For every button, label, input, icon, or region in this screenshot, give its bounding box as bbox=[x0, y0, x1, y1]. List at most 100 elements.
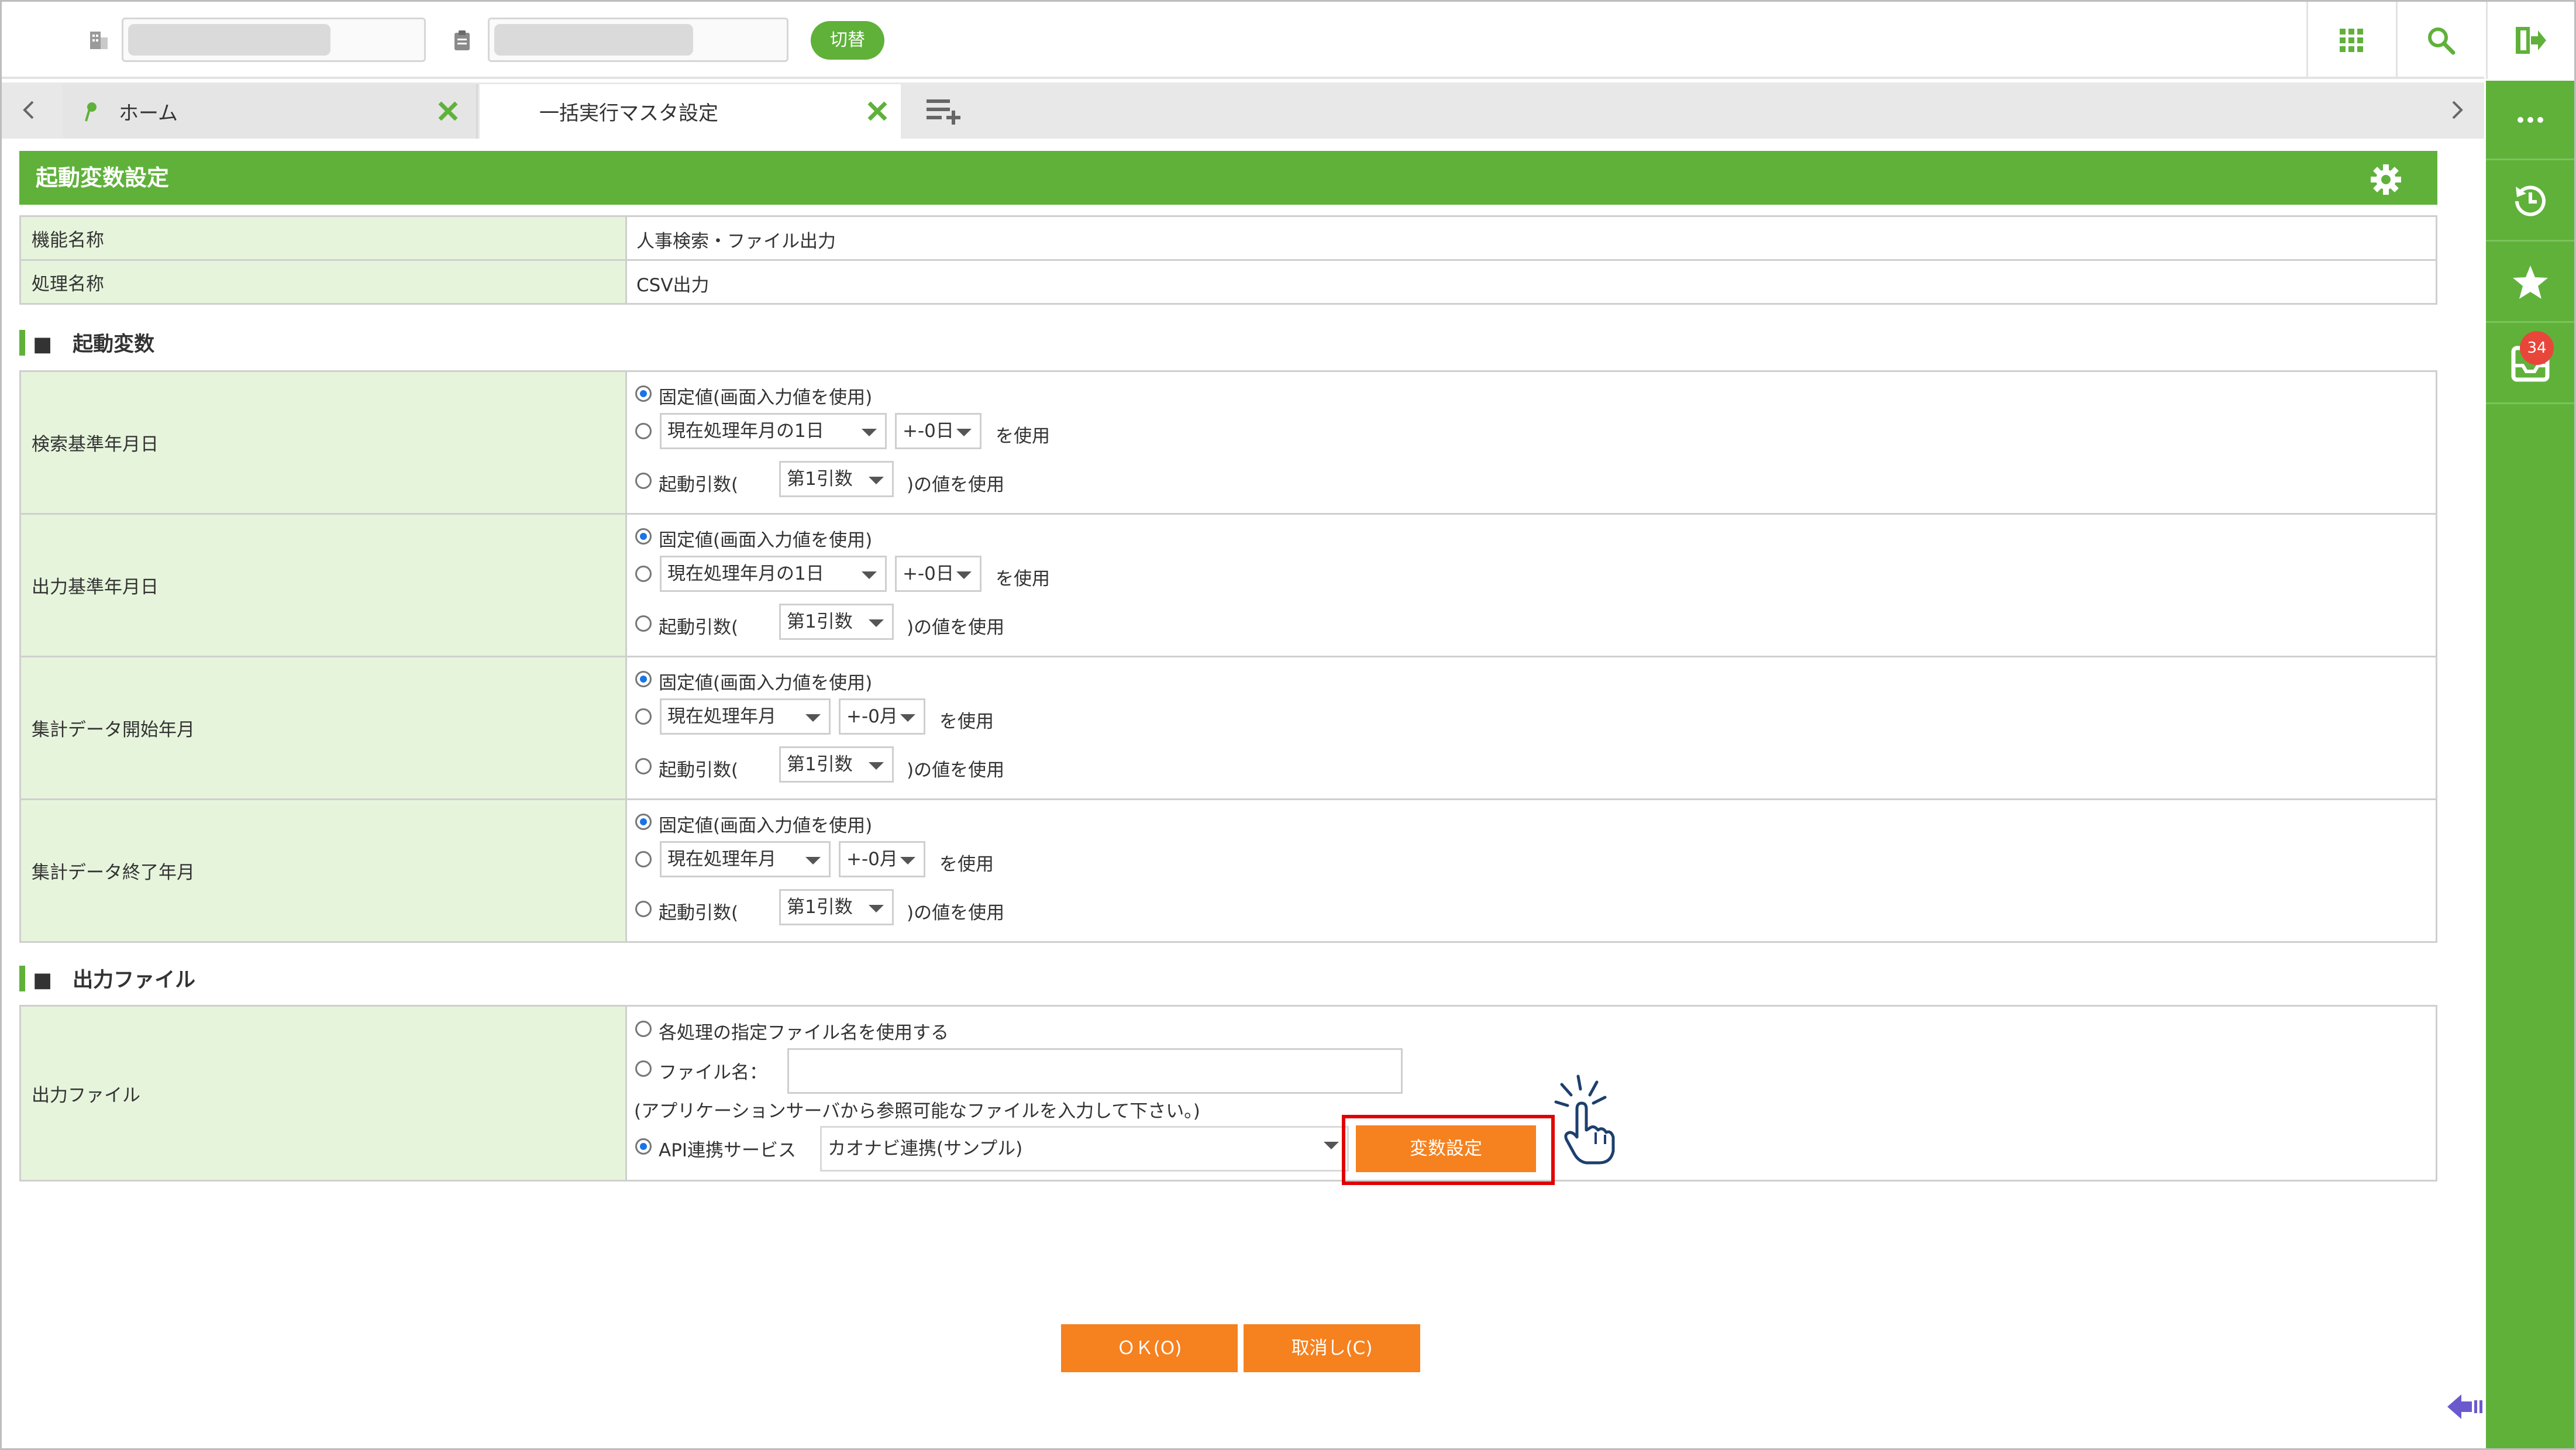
param-label: 集計データ終了年月 bbox=[21, 800, 627, 941]
pointer-hand-icon bbox=[1550, 1072, 1620, 1165]
notification-badge: 34 bbox=[2520, 331, 2554, 365]
output-file-label: 出力ファイル bbox=[21, 1007, 627, 1180]
offset-select[interactable]: +-0日 bbox=[895, 556, 982, 592]
output-file-row: 出力ファイル 各処理の指定ファイル名を使用する ファイル名： (アプリケーション… bbox=[19, 1005, 2437, 1182]
radio-relative[interactable] bbox=[635, 851, 652, 867]
info-value: 人事検索・ファイル出力 bbox=[636, 231, 836, 252]
section-marker bbox=[19, 966, 25, 991]
settings-gear-icon[interactable] bbox=[2370, 161, 2402, 195]
argument-select[interactable]: 第1引数 bbox=[779, 461, 894, 497]
logout-icon bbox=[2516, 27, 2546, 54]
star-icon bbox=[2512, 265, 2548, 299]
collapse-arrow-icon[interactable] bbox=[2446, 1392, 2484, 1421]
sidebar-history-button[interactable] bbox=[2486, 162, 2574, 242]
use-label: を使用 bbox=[939, 711, 994, 732]
section-title-output-file: ■ 出力ファイル bbox=[33, 969, 196, 992]
period-select[interactable] bbox=[488, 18, 788, 62]
tab-scroll-right-icon[interactable] bbox=[2445, 98, 2468, 122]
param-row: 検索基準年月日 固定値(画面入力値を使用) 現在処理年月の1日 +-0日 を使用… bbox=[19, 370, 2437, 515]
param-row: 集計データ開始年月 固定値(画面入力値を使用) 現在処理年月 +-0月 を使用 … bbox=[19, 656, 2437, 800]
arg-suffix-label: )の値を使用 bbox=[907, 617, 1005, 638]
offset-select[interactable]: +-0日 bbox=[895, 413, 982, 449]
arg-prefix-label: 起動引数( bbox=[659, 474, 739, 495]
radio-fixed[interactable] bbox=[635, 385, 652, 402]
use-label: を使用 bbox=[996, 569, 1050, 590]
variable-settings-button[interactable]: 変数設定 bbox=[1356, 1125, 1536, 1172]
radio-relative[interactable] bbox=[635, 423, 652, 439]
home-pin-icon bbox=[85, 101, 102, 122]
argument-select[interactable]: 第1引数 bbox=[779, 746, 894, 783]
history-icon bbox=[2515, 185, 2546, 216]
page-title: 起動変数設定 bbox=[36, 165, 170, 191]
option-default-filename-label: 各処理の指定ファイル名を使用する bbox=[659, 1022, 949, 1043]
info-label: 機能名称 bbox=[21, 217, 627, 259]
base-date-select[interactable]: 現在処理年月 bbox=[660, 698, 831, 735]
base-date-select[interactable]: 現在処理年月の1日 bbox=[660, 556, 887, 592]
radio-argument[interactable] bbox=[635, 473, 652, 489]
option-fixed-label: 固定値(画面入力値を使用) bbox=[659, 530, 873, 551]
option-fixed-label: 固定値(画面入力値を使用) bbox=[659, 815, 873, 836]
company-icon bbox=[89, 29, 109, 50]
section-marker bbox=[19, 330, 25, 356]
radio-relative[interactable] bbox=[635, 708, 652, 725]
radio-fixed[interactable] bbox=[635, 814, 652, 830]
option-api-service-label: API連携サービス bbox=[659, 1140, 797, 1161]
offset-select[interactable]: +-0月 bbox=[839, 698, 925, 735]
argument-select[interactable]: 第1引数 bbox=[779, 889, 894, 925]
param-label: 集計データ開始年月 bbox=[21, 657, 627, 798]
radio-argument[interactable] bbox=[635, 615, 652, 632]
tab-active-close-icon[interactable] bbox=[866, 99, 889, 123]
page-header: 起動変数設定 bbox=[19, 151, 2437, 205]
arg-suffix-label: )の値を使用 bbox=[907, 474, 1005, 495]
logout-button[interactable] bbox=[2486, 2, 2574, 79]
use-label: を使用 bbox=[996, 426, 1050, 447]
clipboard-icon bbox=[453, 29, 471, 51]
switch-button[interactable]: 切替 bbox=[811, 21, 884, 60]
sidebar-more-button[interactable] bbox=[2486, 81, 2574, 160]
more-icon bbox=[2517, 116, 2543, 123]
tab-batch-master[interactable]: 一括実行マスタ設定 bbox=[480, 84, 901, 139]
cancel-button[interactable]: 取消し(C) bbox=[1244, 1324, 1420, 1372]
option-filename-label: ファイル名： bbox=[659, 1062, 767, 1083]
base-date-select[interactable]: 現在処理年月 bbox=[660, 841, 831, 877]
arg-suffix-label: )の値を使用 bbox=[907, 903, 1005, 924]
tab-home-close-icon[interactable] bbox=[436, 99, 460, 123]
arg-prefix-label: 起動引数( bbox=[659, 903, 739, 924]
ok-button[interactable]: ＯＫ(O) bbox=[1061, 1324, 1238, 1372]
radio-default-filename[interactable] bbox=[635, 1021, 652, 1037]
radio-argument[interactable] bbox=[635, 901, 652, 917]
param-label: 検索基準年月日 bbox=[21, 372, 627, 513]
option-fixed-label: 固定値(画面入力値を使用) bbox=[659, 387, 873, 408]
radio-api-service[interactable] bbox=[635, 1138, 652, 1155]
info-row-process: 処理名称 CSV出力 bbox=[19, 259, 2437, 305]
info-label: 処理名称 bbox=[21, 261, 627, 303]
base-date-select[interactable]: 現在処理年月の1日 bbox=[660, 413, 887, 449]
info-value: CSV出力 bbox=[636, 275, 710, 296]
filename-input[interactable] bbox=[787, 1048, 1403, 1094]
tab-home-label: ホーム bbox=[119, 102, 178, 125]
param-label: 出力基準年月日 bbox=[21, 515, 627, 656]
info-row-function: 機能名称 人事検索・ファイル出力 bbox=[19, 215, 2437, 261]
search-icon[interactable] bbox=[2396, 2, 2484, 79]
arg-suffix-label: )の値を使用 bbox=[907, 760, 1005, 781]
offset-select[interactable]: +-0月 bbox=[839, 841, 925, 877]
radio-relative[interactable] bbox=[635, 566, 652, 582]
tab-active-label: 一括実行マスタ設定 bbox=[539, 102, 718, 125]
tab-scroll-left-icon[interactable] bbox=[18, 98, 41, 122]
tab-home[interactable]: ホーム bbox=[63, 84, 478, 139]
arg-prefix-label: 起動引数( bbox=[659, 617, 739, 638]
company-select[interactable] bbox=[122, 18, 426, 62]
argument-select[interactable]: 第1引数 bbox=[779, 604, 894, 640]
sidebar-favorite-button[interactable] bbox=[2486, 243, 2574, 323]
filename-note: (アプリケーションサーバから参照可能なファイルを入力して下さい。) bbox=[634, 1101, 1200, 1122]
radio-fixed[interactable] bbox=[635, 671, 652, 687]
app-grid-icon[interactable] bbox=[2306, 2, 2394, 79]
add-tab-icon[interactable] bbox=[925, 96, 962, 125]
radio-fixed[interactable] bbox=[635, 528, 652, 545]
api-service-select[interactable]: カオナビ連携(サンプル) bbox=[820, 1126, 1349, 1172]
use-label: を使用 bbox=[939, 854, 994, 875]
arg-prefix-label: 起動引数( bbox=[659, 760, 739, 781]
radio-filename[interactable] bbox=[635, 1060, 652, 1077]
radio-argument[interactable] bbox=[635, 758, 652, 774]
param-row: 集計データ終了年月 固定値(画面入力値を使用) 現在処理年月 +-0月 を使用 … bbox=[19, 798, 2437, 943]
